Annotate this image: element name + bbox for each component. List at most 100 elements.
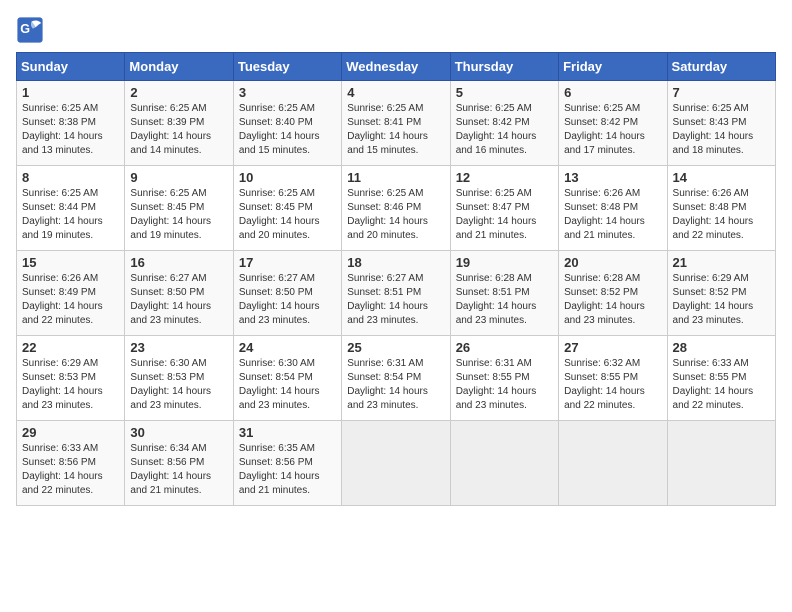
day-info: Sunrise: 6:26 AM Sunset: 8:48 PM Dayligh… (673, 187, 770, 243)
day-info: Sunrise: 6:34 AM Sunset: 8:56 PM Dayligh… (130, 442, 227, 498)
day-cell: 19 Sunrise: 6:28 AM Sunset: 8:51 PM Dayl… (450, 251, 558, 336)
day-number: 20 (564, 255, 661, 270)
empty-cell (342, 421, 450, 506)
day-number: 13 (564, 170, 661, 185)
day-info: Sunrise: 6:27 AM Sunset: 8:51 PM Dayligh… (347, 272, 444, 328)
header-row: Sunday Monday Tuesday Wednesday Thursday… (17, 53, 776, 81)
day-number: 10 (239, 170, 336, 185)
day-number: 18 (347, 255, 444, 270)
day-number: 15 (22, 255, 119, 270)
day-cell: 30 Sunrise: 6:34 AM Sunset: 8:56 PM Dayl… (125, 421, 233, 506)
day-cell: 18 Sunrise: 6:27 AM Sunset: 8:51 PM Dayl… (342, 251, 450, 336)
day-number: 4 (347, 85, 444, 100)
day-info: Sunrise: 6:25 AM Sunset: 8:45 PM Dayligh… (130, 187, 227, 243)
header-thursday: Thursday (450, 53, 558, 81)
day-number: 3 (239, 85, 336, 100)
day-number: 6 (564, 85, 661, 100)
day-info: Sunrise: 6:26 AM Sunset: 8:49 PM Dayligh… (22, 272, 119, 328)
header-saturday: Saturday (667, 53, 775, 81)
day-info: Sunrise: 6:25 AM Sunset: 8:41 PM Dayligh… (347, 102, 444, 158)
day-number: 27 (564, 340, 661, 355)
day-info: Sunrise: 6:25 AM Sunset: 8:42 PM Dayligh… (564, 102, 661, 158)
day-number: 16 (130, 255, 227, 270)
day-number: 7 (673, 85, 770, 100)
day-info: Sunrise: 6:27 AM Sunset: 8:50 PM Dayligh… (239, 272, 336, 328)
day-number: 2 (130, 85, 227, 100)
day-cell: 25 Sunrise: 6:31 AM Sunset: 8:54 PM Dayl… (342, 336, 450, 421)
week-row: 15 Sunrise: 6:26 AM Sunset: 8:49 PM Dayl… (17, 251, 776, 336)
week-row: 8 Sunrise: 6:25 AM Sunset: 8:44 PM Dayli… (17, 166, 776, 251)
day-number: 26 (456, 340, 553, 355)
logo-icon: G (16, 16, 44, 44)
logo: G (16, 16, 48, 44)
day-info: Sunrise: 6:29 AM Sunset: 8:53 PM Dayligh… (22, 357, 119, 413)
header-monday: Monday (125, 53, 233, 81)
header-sunday: Sunday (17, 53, 125, 81)
day-info: Sunrise: 6:25 AM Sunset: 8:44 PM Dayligh… (22, 187, 119, 243)
calendar-table: Sunday Monday Tuesday Wednesday Thursday… (16, 52, 776, 506)
week-row: 29 Sunrise: 6:33 AM Sunset: 8:56 PM Dayl… (17, 421, 776, 506)
day-info: Sunrise: 6:27 AM Sunset: 8:50 PM Dayligh… (130, 272, 227, 328)
day-info: Sunrise: 6:28 AM Sunset: 8:51 PM Dayligh… (456, 272, 553, 328)
day-number: 11 (347, 170, 444, 185)
empty-cell (559, 421, 667, 506)
day-info: Sunrise: 6:25 AM Sunset: 8:43 PM Dayligh… (673, 102, 770, 158)
day-cell: 27 Sunrise: 6:32 AM Sunset: 8:55 PM Dayl… (559, 336, 667, 421)
day-cell: 6 Sunrise: 6:25 AM Sunset: 8:42 PM Dayli… (559, 81, 667, 166)
day-number: 14 (673, 170, 770, 185)
week-row: 22 Sunrise: 6:29 AM Sunset: 8:53 PM Dayl… (17, 336, 776, 421)
page-header: G (16, 16, 776, 44)
day-cell: 26 Sunrise: 6:31 AM Sunset: 8:55 PM Dayl… (450, 336, 558, 421)
header-wednesday: Wednesday (342, 53, 450, 81)
day-cell: 13 Sunrise: 6:26 AM Sunset: 8:48 PM Dayl… (559, 166, 667, 251)
header-friday: Friday (559, 53, 667, 81)
week-row: 1 Sunrise: 6:25 AM Sunset: 8:38 PM Dayli… (17, 81, 776, 166)
day-cell: 12 Sunrise: 6:25 AM Sunset: 8:47 PM Dayl… (450, 166, 558, 251)
day-cell: 22 Sunrise: 6:29 AM Sunset: 8:53 PM Dayl… (17, 336, 125, 421)
day-cell: 31 Sunrise: 6:35 AM Sunset: 8:56 PM Dayl… (233, 421, 341, 506)
day-number: 5 (456, 85, 553, 100)
day-info: Sunrise: 6:31 AM Sunset: 8:55 PM Dayligh… (456, 357, 553, 413)
day-number: 21 (673, 255, 770, 270)
day-info: Sunrise: 6:35 AM Sunset: 8:56 PM Dayligh… (239, 442, 336, 498)
day-cell: 4 Sunrise: 6:25 AM Sunset: 8:41 PM Dayli… (342, 81, 450, 166)
day-cell: 1 Sunrise: 6:25 AM Sunset: 8:38 PM Dayli… (17, 81, 125, 166)
day-cell: 15 Sunrise: 6:26 AM Sunset: 8:49 PM Dayl… (17, 251, 125, 336)
empty-cell (450, 421, 558, 506)
day-info: Sunrise: 6:31 AM Sunset: 8:54 PM Dayligh… (347, 357, 444, 413)
day-info: Sunrise: 6:25 AM Sunset: 8:40 PM Dayligh… (239, 102, 336, 158)
day-cell: 7 Sunrise: 6:25 AM Sunset: 8:43 PM Dayli… (667, 81, 775, 166)
day-cell: 29 Sunrise: 6:33 AM Sunset: 8:56 PM Dayl… (17, 421, 125, 506)
day-cell: 11 Sunrise: 6:25 AM Sunset: 8:46 PM Dayl… (342, 166, 450, 251)
day-number: 9 (130, 170, 227, 185)
day-number: 19 (456, 255, 553, 270)
day-cell: 3 Sunrise: 6:25 AM Sunset: 8:40 PM Dayli… (233, 81, 341, 166)
svg-text:G: G (20, 22, 30, 36)
day-info: Sunrise: 6:32 AM Sunset: 8:55 PM Dayligh… (564, 357, 661, 413)
day-cell: 10 Sunrise: 6:25 AM Sunset: 8:45 PM Dayl… (233, 166, 341, 251)
day-info: Sunrise: 6:33 AM Sunset: 8:56 PM Dayligh… (22, 442, 119, 498)
header-tuesday: Tuesday (233, 53, 341, 81)
empty-cell (667, 421, 775, 506)
day-number: 17 (239, 255, 336, 270)
day-cell: 21 Sunrise: 6:29 AM Sunset: 8:52 PM Dayl… (667, 251, 775, 336)
day-cell: 9 Sunrise: 6:25 AM Sunset: 8:45 PM Dayli… (125, 166, 233, 251)
day-info: Sunrise: 6:28 AM Sunset: 8:52 PM Dayligh… (564, 272, 661, 328)
day-info: Sunrise: 6:25 AM Sunset: 8:39 PM Dayligh… (130, 102, 227, 158)
day-number: 23 (130, 340, 227, 355)
day-number: 31 (239, 425, 336, 440)
day-info: Sunrise: 6:25 AM Sunset: 8:42 PM Dayligh… (456, 102, 553, 158)
day-cell: 5 Sunrise: 6:25 AM Sunset: 8:42 PM Dayli… (450, 81, 558, 166)
day-info: Sunrise: 6:25 AM Sunset: 8:38 PM Dayligh… (22, 102, 119, 158)
day-cell: 8 Sunrise: 6:25 AM Sunset: 8:44 PM Dayli… (17, 166, 125, 251)
day-number: 28 (673, 340, 770, 355)
day-cell: 16 Sunrise: 6:27 AM Sunset: 8:50 PM Dayl… (125, 251, 233, 336)
day-info: Sunrise: 6:29 AM Sunset: 8:52 PM Dayligh… (673, 272, 770, 328)
day-cell: 14 Sunrise: 6:26 AM Sunset: 8:48 PM Dayl… (667, 166, 775, 251)
day-cell: 17 Sunrise: 6:27 AM Sunset: 8:50 PM Dayl… (233, 251, 341, 336)
day-number: 22 (22, 340, 119, 355)
day-number: 8 (22, 170, 119, 185)
day-info: Sunrise: 6:26 AM Sunset: 8:48 PM Dayligh… (564, 187, 661, 243)
day-number: 12 (456, 170, 553, 185)
day-cell: 23 Sunrise: 6:30 AM Sunset: 8:53 PM Dayl… (125, 336, 233, 421)
